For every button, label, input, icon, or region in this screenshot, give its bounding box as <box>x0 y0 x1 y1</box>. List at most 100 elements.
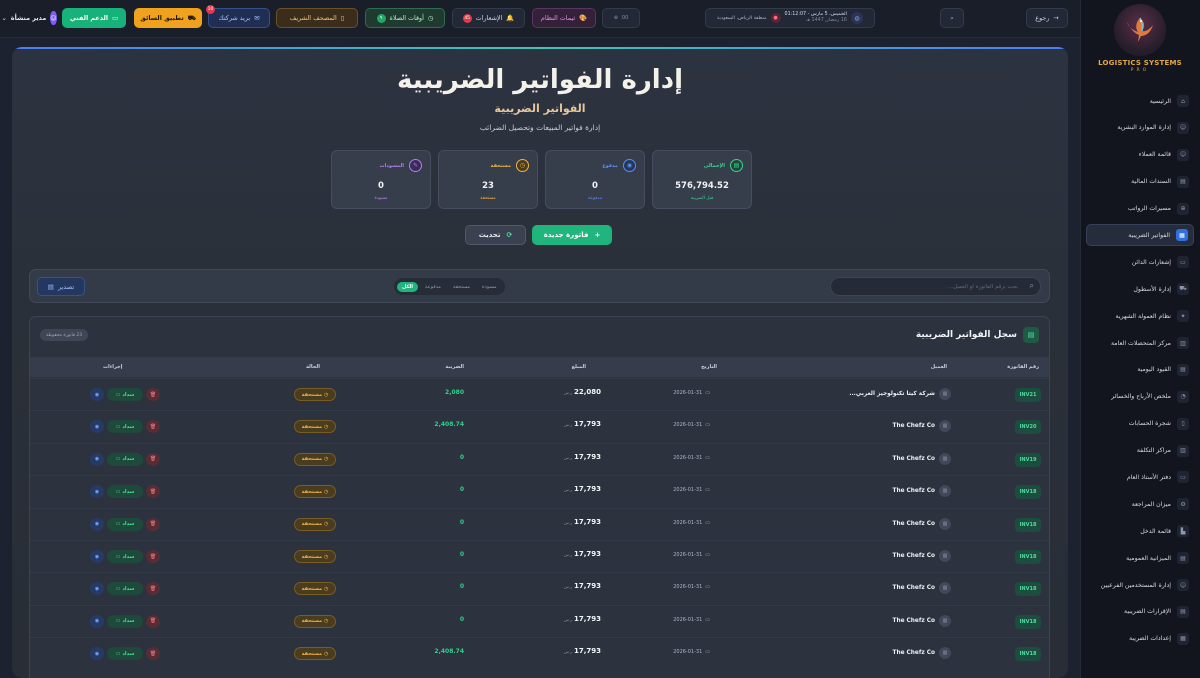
filter-tab[interactable]: مدفوعة <box>420 282 446 292</box>
invoice-number[interactable]: INV18 <box>1015 550 1041 564</box>
delete-button[interactable]: 🗑 <box>146 420 160 434</box>
sidebar-item[interactable]: ▥ مركز المتحصلات العامة <box>1086 332 1194 354</box>
sidebar-item[interactable]: ▭ دفتر الأستاذ العام <box>1086 466 1194 488</box>
calendar-icon: ▭ <box>705 422 710 429</box>
delete-button[interactable]: 🗑 <box>146 582 160 596</box>
sidebar-item[interactable]: ▤ السندات المالية <box>1086 171 1194 193</box>
view-button[interactable]: ◉ <box>90 517 104 531</box>
prayer-label: أوقات الصلاة <box>389 14 424 22</box>
pay-button[interactable]: سداد ▭ <box>107 452 143 466</box>
sidebar-item[interactable]: ⛟ إدارة الأسطول <box>1086 278 1194 300</box>
amount-cell: 17,793ر.س <box>564 647 601 655</box>
view-button[interactable]: ◉ <box>90 420 104 434</box>
pay-button[interactable]: سداد ▭ <box>107 647 143 661</box>
sidebar-item[interactable]: ✦ نظام العمولة الشهرية <box>1086 305 1194 327</box>
pay-button[interactable]: سداد ▭ <box>107 614 143 628</box>
table-row[interactable]: INV18 ▥ The Chefz Co ▭ 2026-01-31 17,793ر.س 2,… <box>30 637 1049 669</box>
table-row[interactable]: INV20 ▥ The Chefz Co ▭ 2026-01-31 17,793ر.س 2,… <box>30 410 1049 442</box>
table-row[interactable]: INV18 ▥ The Chefz Co ▭ 2026-01-31 17,793ر.س 0 ◷… <box>30 475 1049 507</box>
table-row[interactable]: INV18 ▥ The Chefz Co ▭ 2026-01-31 17,793ر.س 0 ◷… <box>30 604 1049 637</box>
sidebar-item[interactable]: ⌂ الرئيسية <box>1086 90 1194 112</box>
sidebar-item[interactable]: ▤ القيود اليومية <box>1086 359 1194 381</box>
delete-button[interactable]: 🗑 <box>146 485 160 499</box>
quran-button[interactable]: ▯ المصحف الشريف <box>276 8 358 28</box>
table-row[interactable]: INV21 ▥ شركة كيتا تكنولوجيز العربي... ▭ 2026… <box>30 378 1049 410</box>
view-button[interactable]: ◉ <box>90 485 104 499</box>
pay-button[interactable]: سداد ▭ <box>107 485 143 499</box>
invoice-number[interactable]: INV18 <box>1015 517 1041 532</box>
sidebar-item[interactable]: ▦ الفواتير الضريبية <box>1086 224 1194 247</box>
sidebar-item[interactable]: ⊕ مسيرات الرواتب <box>1086 198 1194 220</box>
back-button[interactable]: → رجوع <box>1026 8 1068 28</box>
user-menu[interactable]: ☺ مدير منشأة ⌄ <box>1 8 57 28</box>
view-button[interactable]: ◉ <box>90 582 104 596</box>
pay-button[interactable]: سداد ▭ <box>107 388 143 401</box>
pay-label: سداد <box>122 585 135 592</box>
pay-button[interactable]: سداد ▭ <box>107 582 143 596</box>
delete-button[interactable]: 🗑 <box>146 647 160 661</box>
sidebar-item[interactable]: ☺ إدارة الموارد البشرية <box>1086 117 1194 139</box>
global-search-button[interactable]: ⌕ <box>940 8 964 28</box>
delete-button[interactable]: 🗑 <box>146 388 160 401</box>
sidebar-item[interactable]: ☺ قائمة العملاء <box>1086 144 1194 166</box>
filter-tab[interactable]: مسودة <box>477 282 502 292</box>
filter-tab[interactable]: مستحقة <box>448 282 475 292</box>
invoice-number[interactable]: INV18 <box>1015 647 1041 662</box>
sidebar-item[interactable]: ▤ الإقرارات الضريبية <box>1086 601 1194 623</box>
stat-label: مدفوع <box>602 163 618 169</box>
sidebar-item-label: قائمة الدخل <box>1140 527 1171 535</box>
stat-caption: قبل الضريبة <box>690 196 714 201</box>
new-invoice-button[interactable]: + فاتورة جديدة <box>532 225 612 245</box>
delete-button[interactable]: 🗑 <box>146 517 160 531</box>
delete-button[interactable]: 🗑 <box>146 452 160 466</box>
notifications-button[interactable]: 🔔 الإشعارات 45 <box>452 8 525 28</box>
building-icon: ▥ <box>939 452 951 465</box>
filter-tab[interactable]: الكل <box>397 281 418 292</box>
delete-button[interactable]: 🗑 <box>146 614 160 628</box>
pay-button[interactable]: سداد ▭ <box>107 420 143 434</box>
invoice-number[interactable]: INV21 <box>1015 388 1041 402</box>
view-button[interactable]: ◉ <box>90 614 104 628</box>
view-button[interactable]: ◉ <box>90 550 104 563</box>
pay-button[interactable]: سداد ▭ <box>107 517 143 531</box>
amount-value: 17,793 <box>573 647 601 656</box>
home-icon: ⌂ <box>1177 95 1189 107</box>
pay-button[interactable]: سداد ▭ <box>107 550 143 563</box>
table-row[interactable]: INV18 ▥ The Chefz Co ▭ 2026-01-31 17,793ر.س 0 ◷… <box>30 540 1049 572</box>
eye-icon: ◉ <box>94 553 100 560</box>
invoice-number[interactable]: INV20 <box>1015 420 1041 435</box>
themes-button[interactable]: 🎨 ثيمات النظام <box>532 8 596 28</box>
stat-card: ◉ مدفوع 0 مدفوعة <box>545 150 645 209</box>
view-button[interactable]: ◉ <box>90 452 104 466</box>
view-button[interactable]: ◉ <box>90 647 104 661</box>
sidebar-item[interactable]: ▭ إشعارات الدائن <box>1086 251 1194 273</box>
sidebar-item[interactable]: ▙ قائمة الدخل <box>1086 520 1194 542</box>
mini-toggle[interactable]: 00 ⊕ <box>602 8 640 28</box>
refresh-button[interactable]: ⟳ تحديث <box>465 225 526 245</box>
table-row[interactable]: INV18 ▥ The Chefz Co ▭ 2026-01-31 17,793ر.س 0 ◷… <box>30 572 1049 604</box>
driver-app-button[interactable]: ⛟ تطبيق السائق <box>134 8 202 28</box>
sidebar-item[interactable]: ◔ ملخص الأرباح والخسائر <box>1086 386 1194 408</box>
view-button[interactable]: ◉ <box>90 388 104 401</box>
invoice-number[interactable]: INV18 <box>1015 582 1041 597</box>
sidebar-item[interactable]: ▦ إعدادات الضريبة <box>1086 628 1194 650</box>
invoice-number[interactable]: INV18 <box>1015 614 1041 629</box>
sidebar-item[interactable]: ▤ الميزانية العمومية <box>1086 547 1194 569</box>
invoice-number[interactable]: INV18 <box>1015 485 1041 500</box>
export-button[interactable]: تصدير ▤ <box>37 277 85 296</box>
sidebar-item[interactable]: ☺ إدارة المستخدمين الفرعيين <box>1086 574 1194 596</box>
date-cell: ▭ 2026-01-31 <box>673 617 710 623</box>
company-mail-button[interactable]: ✉ بريد شركتك 10 <box>206 5 270 28</box>
sidebar-item[interactable]: ▯ شجرة الحسابات <box>1086 413 1194 435</box>
delete-button[interactable]: 🗑 <box>146 550 160 563</box>
stat-caption: مدفوعة <box>587 196 603 201</box>
support-button[interactable]: ▭ الدعم الفني <box>62 8 126 28</box>
sidebar-item[interactable]: ⚙ ميزان المراجعة <box>1086 493 1194 515</box>
table-row[interactable]: INV18 ▥ The Chefz Co ▭ 2026-01-31 17,793ر.س 0 ◷… <box>30 507 1049 540</box>
prayer-times-button[interactable]: ◷ أوقات الصلاة ٩ <box>365 8 445 28</box>
sidebar-item[interactable]: ▥ مراكز التكلفة <box>1086 440 1194 462</box>
table-row[interactable]: INV19 ▥ The Chefz Co ▭ 2026-01-31 17,793ر.س 0 ◷… <box>30 442 1049 475</box>
search-input[interactable] <box>838 278 1018 295</box>
building-icon: ▥ <box>939 388 951 400</box>
invoice-number[interactable]: INV19 <box>1015 452 1041 467</box>
